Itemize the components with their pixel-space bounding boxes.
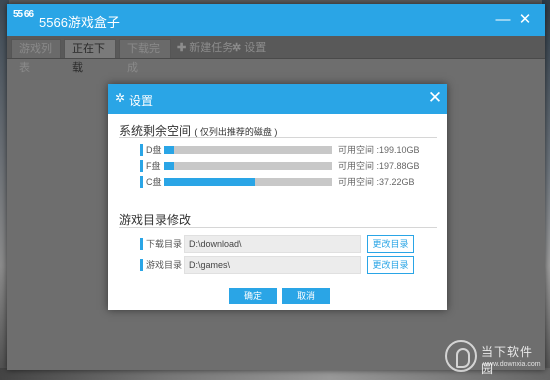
game-dir-field[interactable]: D:\games\ — [184, 256, 361, 274]
disk-usage-bar — [164, 146, 332, 154]
disk-free-space: 可用空间 :197.88GB — [338, 161, 420, 171]
row-marker — [140, 144, 143, 156]
disk-row: D盘 可用空间 :199.10GB — [140, 144, 440, 156]
minimize-button[interactable]: — — [493, 10, 513, 30]
disk-free-space: 可用空间 :199.10GB — [338, 145, 420, 155]
disk-name: D盘 — [146, 145, 162, 155]
disk-usage-fill — [164, 178, 255, 186]
app-logo: 55 66 — [13, 9, 34, 20]
dialog-header: ✲ 设置 ✕ — [108, 84, 447, 114]
disk-name: F盘 — [146, 161, 161, 171]
watermark-text: 当下软件园 — [481, 345, 534, 376]
settings-label: 设置 — [244, 42, 267, 54]
app-title: 5566游戏盒子 — [39, 15, 120, 30]
dialog-close-button[interactable]: ✕ — [426, 88, 444, 108]
tab-downloaded[interactable]: 下载完成 — [119, 39, 171, 74]
disk-usage-bar — [164, 178, 332, 186]
row-marker — [140, 176, 143, 188]
new-task-button[interactable]: ✚ 新建任务 — [177, 39, 233, 58]
divider — [119, 227, 437, 228]
disk-space-note: ( 仅列出推荐的磁盘 ) — [194, 127, 278, 137]
title-bar: 55 66 5566游戏盒子 — ✕ — [7, 4, 545, 36]
divider — [119, 137, 437, 138]
watermark-logo-icon — [445, 340, 477, 372]
tab-bar: 游戏列表 正在下载 下载完成 ✚ 新建任务 ✲ 设置 — [7, 36, 545, 74]
row-marker — [140, 259, 143, 271]
disk-space-heading: 系统剩余空间 — [119, 124, 192, 138]
change-download-dir-button[interactable]: 更改目录 — [367, 235, 414, 253]
download-dir-row: 下载目录 D:\download\ 更改目录 — [140, 235, 440, 253]
dialog-title: 设置 — [129, 94, 154, 108]
disk-row: C盘 可用空间 :37.22GB — [140, 176, 440, 188]
row-marker — [140, 160, 143, 172]
tab-game-list[interactable]: 游戏列表 — [11, 39, 61, 74]
disk-free-space: 可用空间 :37.22GB — [338, 177, 415, 187]
gear-icon: ✲ — [115, 91, 126, 105]
disk-usage-bar — [164, 162, 332, 170]
change-game-dir-button[interactable]: 更改目录 — [367, 256, 414, 274]
disk-usage-fill — [164, 146, 175, 154]
new-task-label: 新建任务 — [189, 42, 234, 54]
download-dir-field[interactable]: D:\download\ — [184, 235, 361, 253]
row-marker — [140, 238, 143, 250]
disk-usage-fill — [164, 162, 175, 170]
game-dir-title: 游戏目录修改 — [119, 213, 192, 227]
watermark: 当下软件园 www.downxia.com — [445, 340, 545, 378]
disk-name: C盘 — [146, 177, 162, 187]
gear-icon: ✲ — [232, 42, 242, 54]
plus-icon: ✚ — [177, 42, 187, 54]
settings-button[interactable]: ✲ 设置 — [232, 39, 266, 58]
close-icon[interactable]: ✕ — [515, 10, 535, 30]
settings-dialog: ✲ 设置 ✕ 系统剩余空间 ( 仅列出推荐的磁盘 ) D盘 可用空间 :199.… — [108, 84, 447, 310]
game-dir-row: 游戏目录 D:\games\ 更改目录 — [140, 256, 440, 274]
download-dir-label: 下载目录 — [146, 239, 183, 249]
confirm-button[interactable]: 确定 — [229, 288, 277, 304]
game-dir-label: 游戏目录 — [146, 260, 183, 270]
cancel-button[interactable]: 取消 — [282, 288, 330, 304]
disk-row: F盘 可用空间 :197.88GB — [140, 160, 440, 172]
tab-downloading[interactable]: 正在下载 — [64, 39, 116, 74]
watermark-url: www.downxia.com — [483, 361, 541, 368]
